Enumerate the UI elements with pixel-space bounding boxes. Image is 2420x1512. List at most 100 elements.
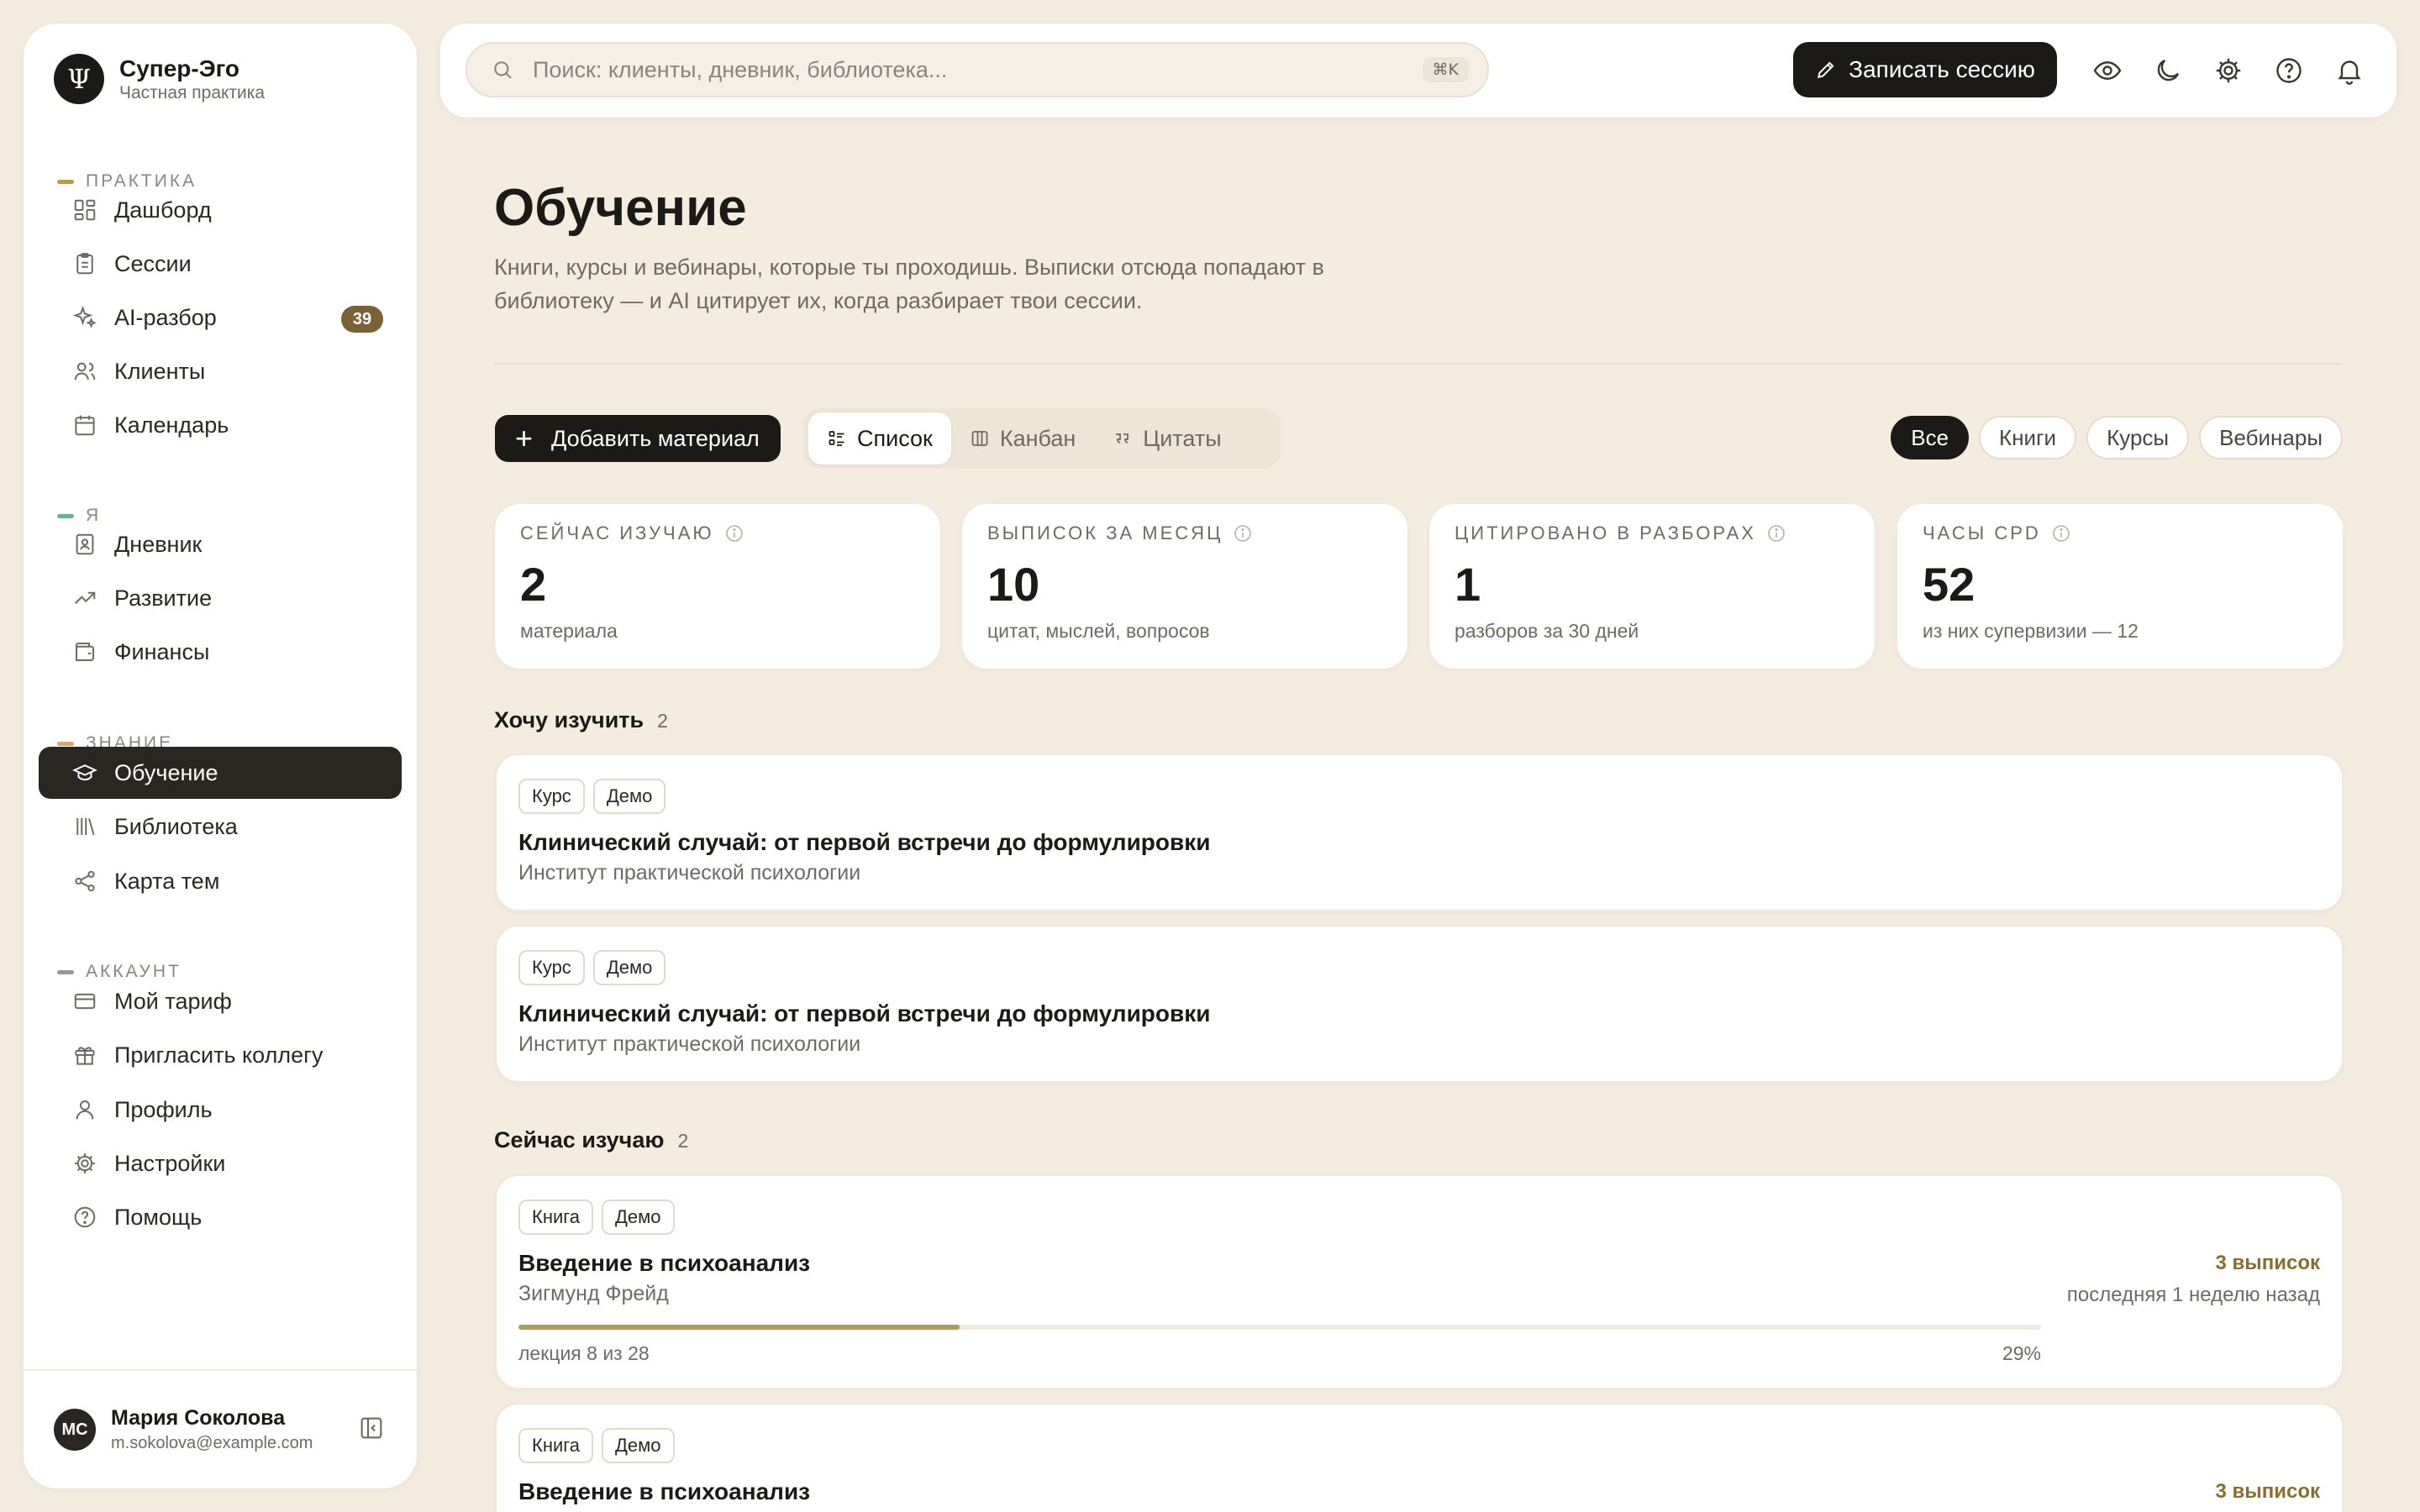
sidebar-item-label: Дашборд — [114, 197, 212, 223]
stat-value: 52 — [1923, 558, 1975, 611]
sidebar-item-ai-review[interactable]: AI-разбор 39 — [39, 291, 402, 344]
material-card[interactable]: Книга Демо Введение в психоанализ 3 выпи… — [495, 1403, 2344, 1512]
filter-books[interactable]: Книги — [1979, 416, 2077, 459]
sidebar-item-journal[interactable]: Дневник — [39, 518, 402, 570]
sidebar-item-label: Карта тем — [114, 868, 220, 894]
card-title: Клинический случай: от первой встречи до… — [518, 829, 1211, 855]
group-count: 2 — [677, 1130, 689, 1152]
sidebar-item-learning[interactable]: Обучение — [39, 747, 402, 799]
group-title: Сейчас изучаю — [494, 1127, 665, 1152]
notes-count: 3 выписок — [2215, 1252, 2320, 1274]
gear-icon[interactable] — [2213, 55, 2244, 86]
help-icon[interactable] — [2274, 55, 2304, 86]
trending-icon — [75, 591, 96, 604]
stat-value: 1 — [1455, 558, 1481, 611]
help-icon — [74, 1206, 96, 1228]
search-bar[interactable]: ⌘K — [466, 42, 1489, 97]
info-icon[interactable] — [1233, 523, 1253, 543]
sidebar-item-label: Клиенты — [114, 358, 206, 384]
progress-percent: 29% — [2002, 1342, 2041, 1364]
tab-list[interactable]: Список — [808, 412, 951, 465]
sidebar-item-sessions[interactable]: Сессии — [39, 238, 402, 290]
sidebar-item-dashboard[interactable]: Дашборд — [39, 184, 402, 236]
clipboard-icon — [76, 253, 93, 275]
info-icon[interactable] — [2051, 523, 2071, 543]
sidebar-item-label: Помощь — [114, 1204, 203, 1230]
material-card[interactable]: Книга Демо Введение в психоанализ Зигмун… — [495, 1174, 2344, 1389]
bell-icon[interactable] — [2334, 55, 2365, 86]
type-tag: Курс — [518, 950, 585, 985]
group-title: Хочу изучить — [494, 707, 644, 732]
quote-icon — [1116, 433, 1129, 444]
sidebar-item-settings[interactable]: Настройки — [39, 1137, 402, 1189]
material-card[interactable]: Курс Демо Клинический случай: от первой … — [495, 925, 2344, 1083]
search-input[interactable] — [533, 56, 1423, 83]
list-icon — [829, 431, 844, 446]
sidebar-item-profile[interactable]: Профиль — [39, 1084, 402, 1136]
demo-tag: Демо — [592, 779, 666, 814]
sidebar-item-finances[interactable]: Финансы — [39, 626, 402, 678]
sidebar-item-label: Дневник — [114, 531, 203, 557]
type-tag: Книга — [518, 1428, 594, 1463]
brand-subtitle: Частная практика — [119, 83, 266, 102]
stat-card-notes: ВЫПИСОК ЗА МЕСЯЦ 10 цитат, мыслей, вопро… — [962, 504, 1407, 669]
tab-quotes[interactable]: Цитаты — [1094, 412, 1239, 465]
add-material-button[interactable]: + Добавить материал — [495, 415, 781, 462]
tab-kanban[interactable]: Канбан — [951, 412, 1094, 465]
sidebar-item-label: Настройки — [114, 1150, 226, 1176]
sidebar-item-topic-map[interactable]: Карта тем — [39, 855, 402, 907]
sidebar-item-invite[interactable]: Пригласить коллегу — [39, 1029, 402, 1081]
stat-label: СЕЙЧАС ИЗУЧАЮ — [520, 522, 714, 543]
graduation-icon — [72, 764, 97, 781]
dashboard-icon — [74, 199, 96, 221]
brand[interactable]: Ψ Супер-Эго Частная практика — [54, 54, 265, 104]
moon-icon[interactable] — [2153, 55, 2183, 86]
sidebar-collapse-icon[interactable] — [358, 1415, 385, 1441]
calendar-icon — [75, 415, 95, 436]
filter-webinars[interactable]: Вебинары — [2199, 416, 2343, 459]
library-icon — [76, 818, 95, 836]
page-description: Книги, курсы и вебинары, которые ты прох… — [494, 255, 1324, 313]
demo-tag: Демо — [602, 1428, 675, 1463]
sidebar-item-clients[interactable]: Клиенты — [39, 345, 402, 397]
stat-label: ЧАСЫ CPD — [1923, 522, 2041, 543]
wallet-icon — [76, 643, 94, 661]
info-icon[interactable] — [724, 523, 744, 543]
info-icon[interactable] — [1766, 523, 1786, 543]
notification-badge: 39 — [341, 306, 383, 333]
eye-icon[interactable] — [2092, 55, 2123, 86]
progress-bar — [518, 1325, 2041, 1330]
sidebar-item-calendar[interactable]: Календарь — [39, 399, 402, 451]
sidebar-item-library[interactable]: Библиотека — [39, 801, 402, 853]
page-title: Обучение — [494, 179, 747, 237]
brand-name: Супер-Эго — [119, 55, 240, 81]
record-session-button[interactable]: Записать сессию — [1793, 42, 2057, 97]
stat-card-studying: СЕЙЧАС ИЗУЧАЮ 2 материала — [495, 504, 940, 669]
stat-sub: материала — [520, 620, 618, 642]
card-author: Зигмунд Фрейд — [518, 1282, 669, 1305]
users-icon — [74, 362, 96, 381]
user-name: Мария Соколова — [111, 1406, 286, 1430]
filter-courses[interactable]: Курсы — [2086, 416, 2190, 459]
sidebar-item-plan[interactable]: Мой тариф — [39, 975, 402, 1027]
user-account[interactable]: МС Мария Соколова m.sokolova@example.com — [24, 1369, 417, 1488]
tab-quotes-label: Цитаты — [1143, 425, 1222, 451]
demo-tag: Демо — [602, 1200, 675, 1235]
sparkles-icon — [72, 305, 97, 328]
type-filters: Все Книги Курсы Вебинары — [1891, 416, 2343, 459]
record-session-label: Записать сессию — [1849, 56, 2035, 82]
stat-value: 2 — [520, 558, 547, 611]
card-title: Клинический случай: от первой встречи до… — [518, 1000, 1211, 1026]
sidebar-item-growth[interactable]: Развитие — [39, 572, 402, 624]
sidebar-item-help[interactable]: Помощь — [39, 1191, 402, 1243]
stat-label: ВЫПИСОК ЗА МЕСЯЦ — [987, 522, 1223, 543]
topbar: ⌘K Записать сессию — [440, 24, 2396, 118]
sidebar-item-label: Мой тариф — [114, 988, 232, 1014]
card-title: Введение в психоанализ — [518, 1478, 811, 1504]
material-card[interactable]: Курс Демо Клинический случай: от первой … — [495, 753, 2344, 911]
sidebar-item-label: Календарь — [114, 412, 229, 438]
stat-card-cpd: ЧАСЫ CPD 52 из них супервизии — 12 — [1897, 504, 2343, 669]
filter-all[interactable]: Все — [1891, 416, 1970, 459]
user-email: m.sokolova@example.com — [111, 1434, 313, 1452]
sidebar-item-label: Сессии — [114, 250, 192, 276]
